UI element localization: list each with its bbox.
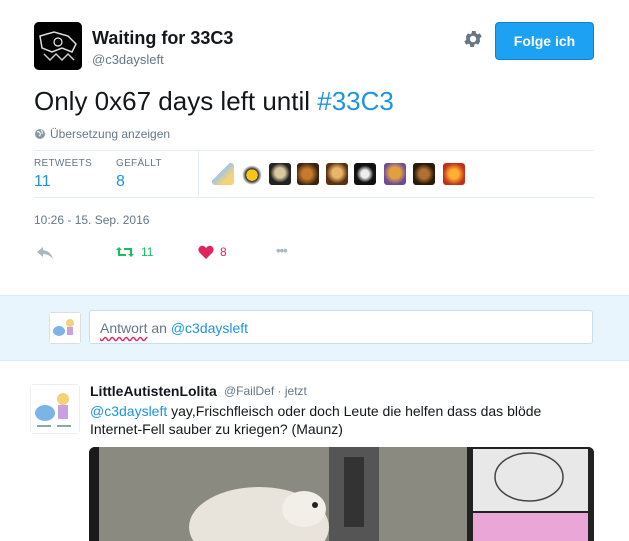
likes-stat[interactable]: GEFÄLLT 8	[116, 158, 162, 191]
tweet-text: Only 0x67 days left until #33C3	[34, 86, 394, 117]
reply-author-name[interactable]: LittleAutistenLolita	[90, 383, 217, 399]
retweets-label: RETWEETS	[34, 158, 92, 169]
reply-placeholder-word: Antwort	[100, 320, 148, 336]
retweets-count: 11	[34, 173, 51, 190]
heart-icon	[198, 245, 214, 259]
username-handle[interactable]: @c3daysleft	[92, 52, 164, 67]
liker-avatar[interactable]	[241, 163, 263, 185]
tweet-text-main: Only 0x67 days left until	[34, 86, 318, 116]
reply-author-avatar[interactable]	[30, 384, 80, 434]
liker-avatar[interactable]	[212, 163, 234, 185]
reply-input[interactable]: Antwort an @c3daysleft	[89, 310, 593, 344]
translate-link[interactable]: Übersetzung anzeigen	[34, 127, 170, 141]
liker-avatar[interactable]	[297, 163, 319, 185]
like-count: 8	[220, 245, 227, 259]
likes-label: GEFÄLLT	[116, 158, 162, 169]
reply-text: @c3daysleft yay,Frischfleisch oder doch …	[90, 402, 570, 438]
liker-avatar[interactable]	[413, 163, 435, 185]
liker-avatar[interactable]	[326, 163, 348, 185]
globe-icon	[35, 129, 45, 139]
reply-time[interactable]: jetzt	[285, 384, 307, 398]
likes-count: 8	[116, 173, 125, 190]
meta-separator: ·	[274, 384, 285, 398]
reply-meta: @FailDef · jetzt	[224, 384, 307, 398]
reply-button[interactable]	[36, 245, 54, 261]
reply-icon	[37, 247, 53, 259]
gear-icon[interactable]	[462, 28, 484, 50]
divider	[34, 197, 594, 198]
profile-avatar[interactable]	[34, 22, 82, 70]
translate-label: Übersetzung anzeigen	[50, 127, 171, 141]
liker-avatar[interactable]	[443, 163, 465, 185]
reply-media-preview[interactable]	[89, 447, 594, 541]
follow-button[interactable]: Folge ich	[495, 22, 594, 60]
liker-avatar[interactable]	[269, 163, 291, 185]
like-button[interactable]: 8	[198, 245, 227, 259]
retweet-button[interactable]: 11	[115, 245, 153, 259]
current-user-avatar	[49, 312, 81, 344]
tweet-timestamp[interactable]: 10:26 - 15. Sep. 2016	[34, 213, 149, 227]
display-name[interactable]: Waiting for 33C3	[92, 28, 233, 49]
liker-avatar[interactable]	[384, 163, 406, 185]
hashtag-link[interactable]: #33C3	[317, 86, 394, 116]
retweet-icon	[116, 247, 134, 257]
reply-placeholder-mention: @c3daysleft	[170, 320, 249, 336]
divider	[34, 150, 594, 151]
retweets-stat[interactable]: RETWEETS 11	[34, 158, 92, 191]
reply-mention-link[interactable]: @c3daysleft	[90, 403, 167, 419]
divider	[198, 151, 199, 197]
more-icon[interactable]: •••	[276, 243, 288, 258]
liker-avatar[interactable]	[354, 163, 376, 185]
retweet-count: 11	[141, 245, 154, 259]
reply-author-handle[interactable]: @FailDef	[224, 384, 274, 398]
reply-placeholder-connector: an	[147, 320, 171, 336]
